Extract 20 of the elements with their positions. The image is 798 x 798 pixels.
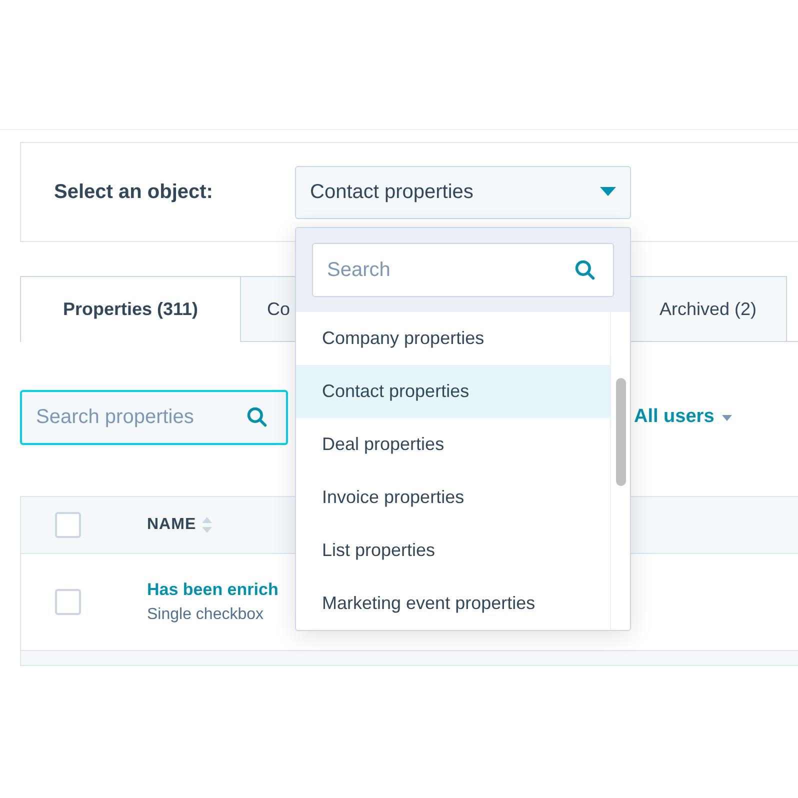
tab[interactable]: Archived (2) [630,276,787,342]
search-icon [246,406,268,428]
column-header[interactable]: NAME [147,513,212,537]
scrollbar[interactable] [616,378,626,486]
search-icon [574,259,596,281]
sort-icon [202,516,212,534]
property-type: Single checkbox [147,604,265,625]
property-name-link[interactable]: Has been enrich [147,577,278,603]
caret-icon [722,414,732,420]
users-filter[interactable]: All users [634,403,732,432]
tab[interactable]: Properties (311) [20,276,241,342]
property-search-field[interactable]: Search properties [20,390,288,445]
caret-icon [600,187,616,197]
object-selector-label: Select an object: [54,180,214,205]
dropdown-option[interactable]: Contact properties [296,365,610,418]
checkbox[interactable] [55,512,81,538]
checkbox[interactable] [55,589,81,615]
dropdown-search-field[interactable]: Search [312,243,614,297]
dropdown-option[interactable]: Marketing event properties [296,577,610,630]
object-select[interactable]: Contact properties [295,166,631,218]
